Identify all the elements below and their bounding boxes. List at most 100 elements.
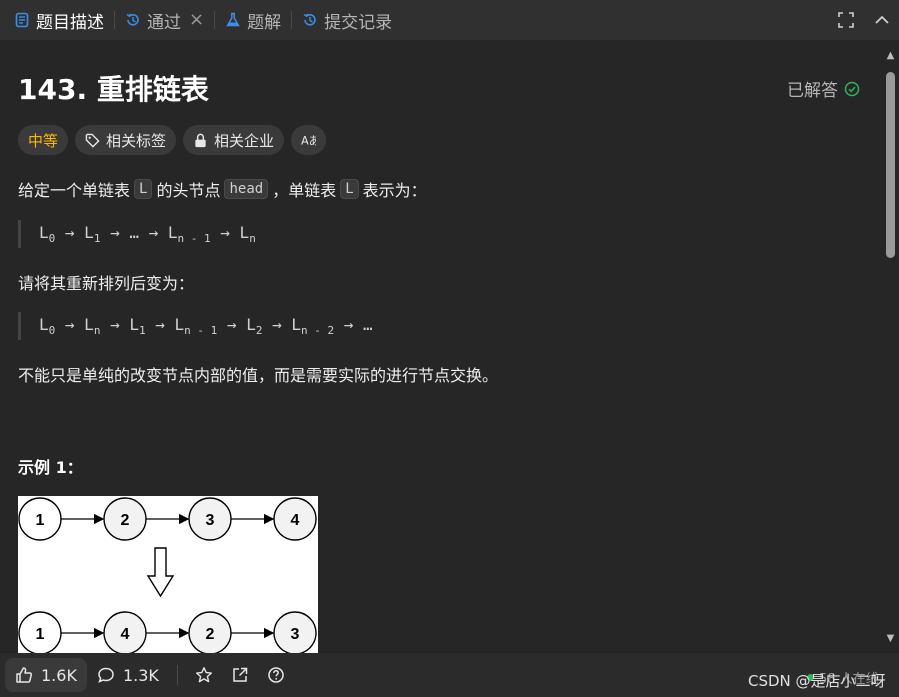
node-label: 3	[206, 512, 215, 529]
scroll-down-arrow[interactable]: ▼	[885, 633, 896, 644]
sequence-text: L0 → L1 → … → Ln - 1 → Ln	[39, 223, 256, 245]
sequence-term: Ln	[239, 222, 256, 246]
sequence-arrow: →	[100, 314, 130, 334]
related-tags-button[interactable]: 相关标签	[75, 125, 177, 155]
linked-list-diagram: 1 2 3 4 1 4 2 3	[18, 497, 317, 653]
tag-icon	[85, 133, 100, 148]
text: ，单链表	[272, 181, 337, 200]
paragraph-3: 不能只是单纯的改变节点内部的值，而是需要实际的进行节点交换。	[18, 366, 499, 385]
like-button[interactable]: 1.6K	[5, 658, 87, 692]
solved-status: 已解答	[787, 76, 860, 101]
chip-label: 相关标签	[106, 131, 167, 150]
sequence-term: L0	[39, 314, 56, 338]
sequence-term: Ln	[84, 314, 101, 338]
example-heading: 示例 1：	[18, 458, 83, 477]
panel-controls	[837, 0, 891, 40]
tab-label: 提交记录	[324, 12, 393, 33]
node-label: 1	[36, 512, 45, 529]
paragraph-1: 给定一个单链表 L 的头节点 head ，单链表 L 表示为：	[18, 177, 427, 201]
problem-title: 143. 重排链表	[18, 73, 209, 106]
scroll-thumb[interactable]	[886, 72, 895, 258]
sequence-text: L0 → Ln → L1 → Ln - 1 → L2 → Ln - 2 → …	[39, 315, 373, 337]
translate-button[interactable]: Aあ	[291, 125, 327, 155]
sequence-arrow: →	[55, 314, 85, 334]
example-figure: 1 2 3 4 1 4 2 3	[18, 496, 318, 653]
comments-button[interactable]: 1.3K	[87, 658, 169, 692]
sequence-term: Ln - 1	[167, 222, 211, 246]
sequence-term: L1	[129, 314, 146, 338]
sequence-arrow: →	[145, 314, 175, 334]
tab-bar: 题目描述 通过 × 题解 提交记录	[0, 0, 899, 40]
node-label: 3	[291, 626, 300, 643]
sequence-arrow: → …	[334, 314, 373, 334]
paragraph-2: 请将其重新排列后变为：	[18, 274, 195, 293]
sequence-term: L0	[39, 222, 56, 246]
difficulty-badge[interactable]: 中等	[18, 125, 69, 155]
tag-chips: 中等 相关标签 相关企业 Aあ	[18, 125, 327, 155]
inline-code: head	[224, 179, 269, 199]
check-circle-icon	[844, 81, 860, 96]
comment-count: 1.3K	[122, 665, 159, 685]
node-label: 4	[291, 512, 300, 529]
tab-description[interactable]: 题目描述	[14, 0, 104, 40]
tab-divider	[291, 11, 293, 29]
sequence-arrow: →	[262, 314, 292, 334]
lock-icon	[195, 133, 206, 147]
like-count: 1.6K	[41, 665, 77, 685]
tab-solutions[interactable]: 题解	[225, 0, 281, 40]
close-icon[interactable]: ×	[189, 11, 204, 29]
help-button[interactable]	[258, 658, 294, 692]
sequence-term: Ln - 1	[174, 314, 218, 338]
history-icon	[126, 13, 139, 26]
scrollbar[interactable]: ▲ ▼	[882, 40, 899, 653]
inline-code: L	[134, 179, 153, 199]
translate-icon: Aあ	[301, 134, 316, 147]
tab-label: 通过	[147, 12, 181, 33]
scroll-up-arrow[interactable]: ▲	[885, 50, 896, 61]
sequence-term: L2	[246, 314, 263, 338]
question-icon	[268, 667, 284, 683]
history-icon	[303, 13, 316, 26]
bottom-action-bar: 1.6K 1.3K 58 人在线 CSDN @是店小二呀	[0, 653, 899, 697]
sequence-arrow: →	[55, 222, 85, 242]
thumbs-up-icon	[16, 667, 33, 683]
tab-accepted[interactable]: 通过 ×	[125, 0, 204, 40]
sequence-arrow: →	[210, 222, 240, 242]
share-icon	[233, 667, 248, 682]
sequence-original: L0 → L1 → … → Ln - 1 → Ln	[18, 220, 256, 248]
watermark: CSDN @是店小二呀	[748, 672, 886, 690]
sequence-arrow: →	[217, 314, 247, 334]
node-label: 1	[36, 626, 45, 643]
comment-icon	[98, 667, 114, 683]
down-arrow-icon	[146, 547, 175, 598]
fullscreen-icon[interactable]	[837, 11, 855, 29]
star-icon	[195, 667, 212, 683]
inline-code: L	[340, 179, 359, 199]
tab-submissions[interactable]: 提交记录	[302, 0, 392, 40]
text: 表示为：	[362, 181, 427, 200]
problem-description-panel: 143. 重排链表 已解答 中等 相关标签 相关企业 Aあ	[0, 40, 882, 653]
sequence-reordered: L0 → Ln → L1 → Ln - 1 → L2 → Ln - 2 → …	[18, 312, 373, 340]
sequence-arrow: → … →	[100, 222, 168, 242]
tab-label: 题解	[247, 12, 282, 33]
favorite-button[interactable]	[186, 658, 222, 692]
flask-icon	[226, 12, 240, 27]
sequence-term: Ln - 2	[291, 314, 335, 338]
share-button[interactable]	[222, 658, 258, 692]
related-companies-button[interactable]: 相关企业	[183, 125, 285, 155]
node-label: 2	[206, 626, 215, 643]
divider	[176, 665, 178, 685]
chevron-up-icon[interactable]	[873, 11, 891, 29]
text: 给定一个单链表	[18, 181, 131, 200]
chip-label: 相关企业	[214, 131, 275, 150]
translate-glyph-text: Aあ	[301, 134, 316, 147]
document-icon	[15, 12, 29, 28]
tab-divider	[114, 11, 115, 29]
node-label: 2	[121, 512, 130, 529]
solved-label: 已解答	[787, 81, 838, 101]
sequence-term: L1	[84, 222, 101, 246]
tab-divider	[214, 11, 216, 29]
tab-label: 题目描述	[36, 12, 104, 33]
node-label: 4	[121, 626, 130, 643]
text: 的头节点	[156, 181, 221, 200]
